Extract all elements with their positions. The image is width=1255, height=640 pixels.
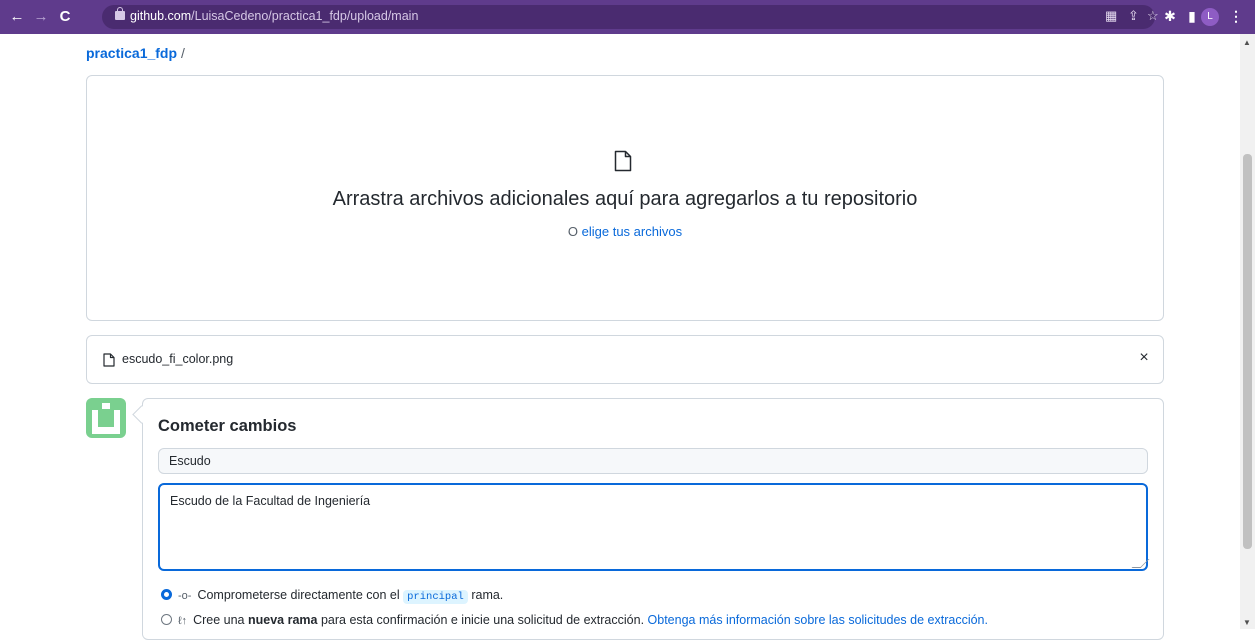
- translate-icon[interactable]: ▦: [1105, 8, 1117, 24]
- side-panel-icon[interactable]: ▮: [1184, 8, 1200, 24]
- radio-selected[interactable]: [161, 589, 172, 600]
- radio-unselected[interactable]: [161, 614, 172, 625]
- url-text: github.com/LuisaCedeno/practica1_fdp/upl…: [130, 9, 419, 23]
- commit-description-textarea[interactable]: Escudo de la Facultad de Ingeniería: [158, 483, 1148, 571]
- reload-icon[interactable]: C: [56, 0, 74, 34]
- option-new-bold: nueva rama: [247, 613, 318, 627]
- file-icon: [614, 150, 632, 172]
- commit-changes-panel: Cometer cambios Escudo de la Facultad de…: [142, 398, 1164, 640]
- file-name: escudo_fi_color.png: [122, 352, 234, 366]
- drop-zone-title: Arrastra archivos adicionales aquí para …: [332, 188, 918, 210]
- option-direct-suffix: rama.: [471, 588, 504, 602]
- breadcrumb: practica1_fdp /: [86, 45, 185, 61]
- scroll-down-arrow-icon[interactable]: ▼: [1243, 618, 1251, 627]
- page-scrollbar[interactable]: ▲ ▼: [1240, 34, 1255, 629]
- drop-zone-prefix: O: [567, 224, 579, 239]
- user-avatar: [86, 398, 126, 438]
- uploaded-file-row: escudo_fi_color.png ×: [86, 335, 1164, 384]
- option-direct-text: Comprometerse directamente con el: [197, 588, 400, 602]
- commit-summary-input[interactable]: [158, 448, 1148, 474]
- commit-direct-option[interactable]: -o- Comprometerse directamente con el pri…: [161, 588, 504, 604]
- browser-toolbar: ← → C github.com/LuisaCedeno/practica1_f…: [0, 0, 1255, 34]
- profile-avatar[interactable]: L: [1201, 8, 1219, 26]
- git-pull-request-icon: ℓ↑: [178, 615, 188, 627]
- lock-icon: [115, 7, 125, 20]
- file-drop-zone[interactable]: Arrastra archivos adicionales aquí para …: [86, 75, 1164, 321]
- extensions-puzzle-icon[interactable]: ✱: [1162, 8, 1178, 24]
- remove-file-button[interactable]: ×: [1134, 348, 1154, 368]
- back-arrow-icon[interactable]: ←: [8, 0, 26, 34]
- scroll-up-arrow-icon[interactable]: ▲: [1243, 38, 1251, 47]
- menu-kebab-icon[interactable]: ⋮: [1228, 8, 1244, 24]
- share-icon[interactable]: ⇪: [1128, 8, 1139, 24]
- file-icon: [103, 353, 115, 367]
- option-new-suffix: para esta confirmación e inicie una soli…: [320, 613, 645, 627]
- drop-zone-subtitle: O elige tus archivos: [87, 224, 1163, 239]
- forward-arrow-icon[interactable]: →: [32, 0, 50, 34]
- breadcrumb-separator: /: [181, 45, 185, 61]
- repo-link[interactable]: practica1_fdp: [86, 45, 177, 61]
- pull-request-help-link[interactable]: Obtenga más información sobre las solici…: [648, 613, 988, 627]
- git-commit-icon: -o-: [178, 590, 192, 602]
- address-bar[interactable]: github.com/LuisaCedeno/practica1_fdp/upl…: [102, 5, 1159, 29]
- commit-new-branch-option[interactable]: ℓ↑ Cree una nueva rama para esta confirma…: [161, 613, 988, 627]
- bookmark-star-icon[interactable]: ☆: [1147, 8, 1159, 24]
- branch-name: principal: [403, 590, 468, 604]
- choose-files-link[interactable]: elige tus archivos: [582, 224, 682, 239]
- commit-heading: Cometer cambios: [158, 417, 297, 435]
- option-new-text: Cree una: [193, 613, 245, 627]
- scrollbar-thumb[interactable]: [1243, 154, 1252, 549]
